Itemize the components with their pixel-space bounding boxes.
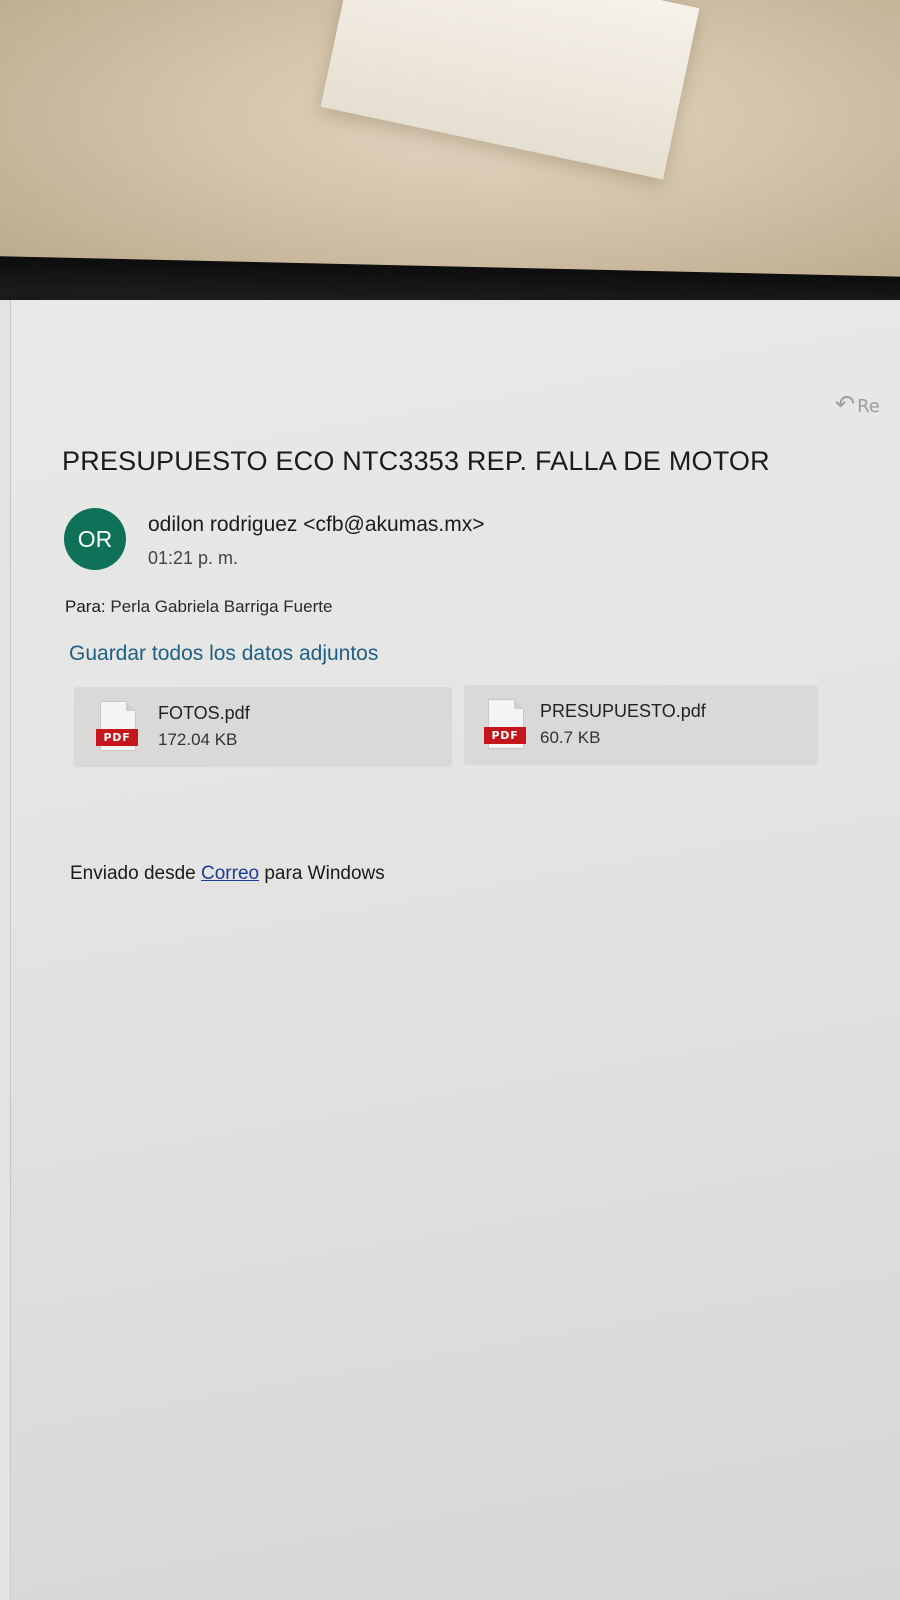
reply-button[interactable]: ↶ Re <box>835 390 880 418</box>
message-body-signature: Enviado desde Correo para Windows <box>70 863 385 885</box>
recipients-line: Para: Perla Gabriela Barriga Fuerte <box>65 597 332 617</box>
ceiling-light-fixture <box>320 0 700 180</box>
sent-time: 01:21 p. m. <box>148 548 239 568</box>
pdf-tag: PDF <box>96 729 138 746</box>
recipient-name[interactable]: Perla Gabriela Barriga Fuerte <box>110 597 332 616</box>
avatar-initials: OR <box>77 525 113 552</box>
to-label: Para: <box>65 597 106 616</box>
pdf-file-icon: PDF <box>96 701 138 753</box>
signature-prefix: Enviado desde <box>70 863 196 884</box>
sender-avatar[interactable]: OR <box>64 508 126 570</box>
ceiling-background <box>0 0 900 290</box>
attachment-card[interactable]: PDF FOTOS.pdf 172.04 KB <box>74 687 452 767</box>
signature-suffix: para Windows <box>264 863 385 884</box>
attachment-name: FOTOS.pdf <box>158 703 250 723</box>
message-list-edge[interactable] <box>0 300 11 1600</box>
sender-name[interactable]: odilon rodriguez <cfb@akumas.mx> <box>148 513 484 537</box>
attachment-card[interactable]: PDF PRESUPUESTO.pdf 60.7 KB <box>464 685 818 765</box>
pdf-file-icon: PDF <box>484 699 526 751</box>
attachment-size: 60.7 KB <box>540 728 601 747</box>
pdf-tag: PDF <box>484 727 526 744</box>
attachment-name: PRESUPUESTO.pdf <box>540 701 706 721</box>
attachment-size: 172.04 KB <box>158 730 238 749</box>
reply-arrow-icon: ↶ <box>835 390 856 418</box>
mail-reading-pane: ↶ Re PRESUPUESTO ECO NTC3353 REP. FALLA D… <box>0 300 900 1600</box>
correo-link[interactable]: Correo <box>201 863 259 884</box>
message-subject: PRESUPUESTO ECO NTC3353 REP. FALLA DE MO… <box>62 446 770 476</box>
save-all-attachments-link[interactable]: Guardar todos los datos adjuntos <box>69 642 378 666</box>
reply-label: Re <box>857 396 880 417</box>
